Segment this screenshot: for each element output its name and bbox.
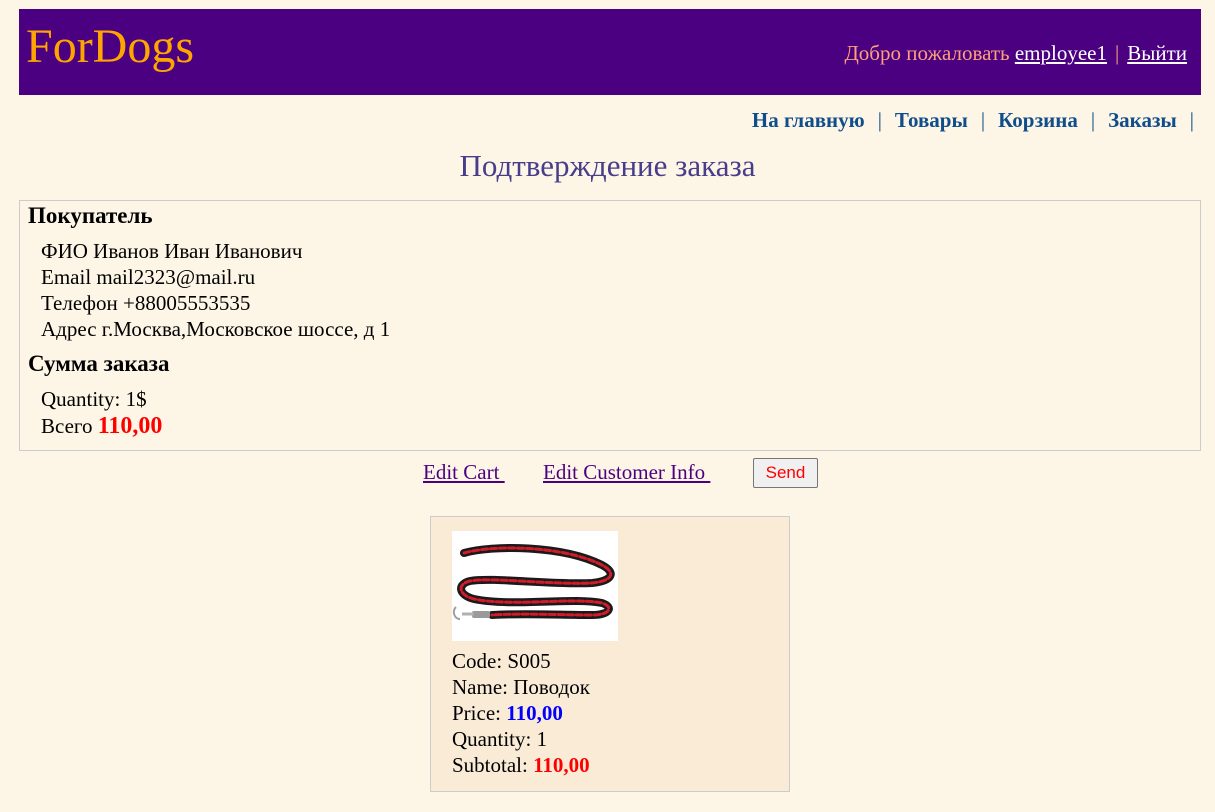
customer-email: Email mail2323@mail.ru xyxy=(41,265,256,289)
product-code-value: S005 xyxy=(507,649,551,673)
leash-icon xyxy=(452,544,615,620)
product-quantity-value: 1 xyxy=(536,727,548,751)
nav-separator: | xyxy=(1189,108,1194,132)
product-subtotal-value: 110,00 xyxy=(533,753,590,777)
dog-leash-image xyxy=(452,531,618,641)
product-code-label: Code: xyxy=(452,649,503,673)
product-quantity: Quantity: 1 xyxy=(452,727,547,752)
order-quantity: Quantity: 1$ xyxy=(41,387,147,411)
site-header: ForDogs Добро пожаловать employee1 | Выйти xyxy=(19,9,1201,95)
product-name: Name: Поводок xyxy=(452,675,590,700)
main-nav: На главную | Товары | Корзина | Заказы | xyxy=(752,108,1194,133)
customer-phone: Телефон +88005553535 xyxy=(41,291,251,315)
product-price-value: 110,00 xyxy=(506,701,563,725)
order-actions: Edit Cart Edit Customer Info Send xyxy=(0,458,1215,490)
order-total: Всего 110,00 xyxy=(41,413,162,440)
product-subtotal: Subtotal: 110,00 xyxy=(452,753,590,778)
product-price: Price: 110,00 xyxy=(452,701,563,726)
customer-section-title: Покупатель xyxy=(28,203,153,228)
product-code: Code: S005 xyxy=(452,649,551,674)
product-card: Code: S005 Name: Поводок Price: 110,00 Q… xyxy=(430,516,790,792)
summary-section-title: Сумма заказа xyxy=(28,351,170,376)
customer-address: Адрес г.Москва,Московское шоссе, д 1 xyxy=(41,317,391,341)
site-logo: ForDogs xyxy=(26,20,195,73)
product-name-value: Поводок xyxy=(513,675,590,699)
page-title: Подтверждение заказа xyxy=(459,148,756,183)
nav-products[interactable]: Товары xyxy=(895,108,968,132)
nav-home[interactable]: На главную xyxy=(752,108,865,132)
order-info-panel: Покупатель ФИО Иванов Иван Иванович Emai… xyxy=(19,200,1201,451)
product-subtotal-label: Subtotal: xyxy=(452,753,528,777)
header-separator: | xyxy=(1115,41,1120,65)
username-link[interactable]: employee1 xyxy=(1015,41,1107,65)
product-quantity-label: Quantity: xyxy=(452,727,532,751)
customer-name: ФИО Иванов Иван Иванович xyxy=(41,239,303,263)
product-price-label: Price: xyxy=(452,701,501,725)
edit-cart-link[interactable]: Edit Cart xyxy=(423,460,505,485)
nav-orders[interactable]: Заказы xyxy=(1108,108,1177,132)
edit-customer-info-link[interactable]: Edit Customer Info xyxy=(543,460,710,485)
welcome-text: Добро пожаловать xyxy=(844,41,1010,65)
nav-separator: | xyxy=(877,108,882,132)
nav-separator: | xyxy=(980,108,986,132)
nav-cart[interactable]: Корзина xyxy=(998,108,1078,132)
logout-link[interactable]: Выйти xyxy=(1127,41,1187,65)
send-button[interactable]: Send xyxy=(753,458,818,488)
total-value: 110,00 xyxy=(97,413,163,439)
total-label: Всего xyxy=(41,414,93,438)
nav-separator: | xyxy=(1090,108,1096,132)
product-name-label: Name: xyxy=(452,675,508,699)
user-greeting: Добро пожаловать employee1 | Выйти xyxy=(844,41,1187,66)
